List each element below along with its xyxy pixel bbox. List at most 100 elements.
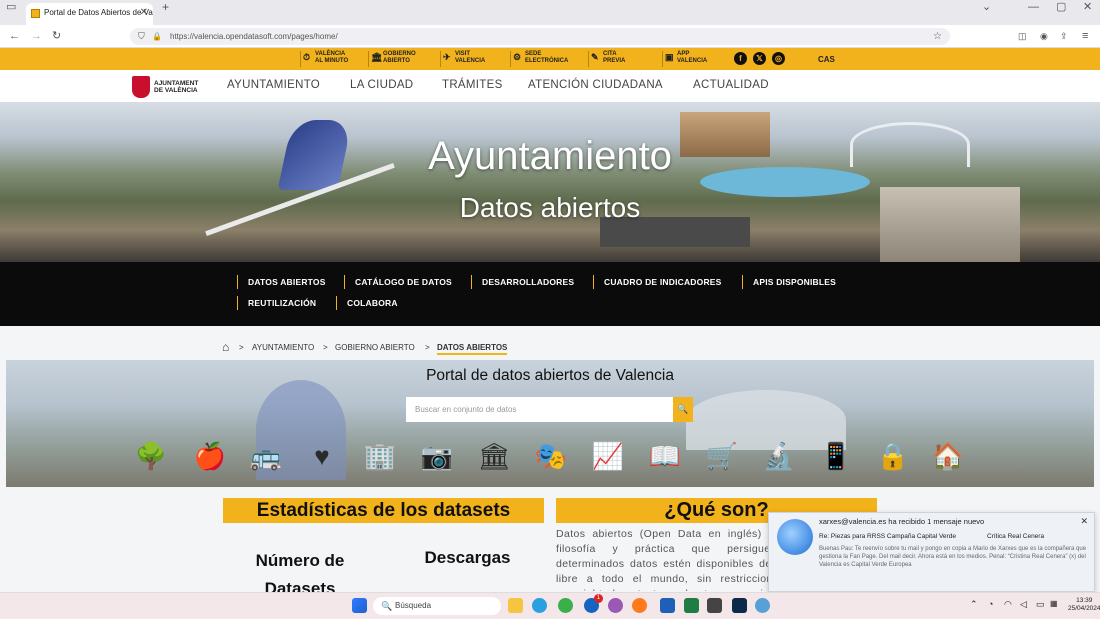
- shield-icon[interactable]: ⛉: [138, 28, 145, 45]
- window-close-icon[interactable]: ✕: [1083, 0, 1092, 19]
- language-selector[interactable]: CAS: [818, 55, 835, 64]
- dataset-search-input[interactable]: [406, 397, 673, 422]
- topbar-link-app-valencia[interactable]: ▣ APP VALENCIA: [662, 51, 726, 67]
- category-educacion-icon[interactable]: 📖: [647, 439, 683, 473]
- instagram-icon[interactable]: ◎: [772, 52, 785, 65]
- lock-icon[interactable]: 🔒: [152, 28, 162, 45]
- list-tabs-icon[interactable]: ⌄: [982, 0, 991, 19]
- x-twitter-icon[interactable]: 𝕏: [753, 52, 766, 65]
- home-icon[interactable]: ⌂: [222, 340, 229, 354]
- tray-keyboard-icon[interactable]: ▦: [1050, 599, 1058, 608]
- logo-line1: AJUNTAMENT: [154, 80, 199, 87]
- favicon-icon: [31, 9, 40, 18]
- subnav-cuadro-indicadores[interactable]: CUADRO DE INDICADORES: [593, 275, 722, 289]
- firefox-icon[interactable]: [632, 598, 647, 613]
- category-comercio-icon[interactable]: 🛒: [704, 439, 740, 473]
- clock-icon: ⏱: [303, 52, 311, 62]
- category-salud-icon[interactable]: ♥: [304, 439, 340, 473]
- subnav-apis[interactable]: APIS DISPONIBLES: [742, 275, 836, 289]
- reload-icon[interactable]: ↻: [52, 25, 61, 48]
- tray-battery-icon[interactable]: ▭: [1036, 599, 1045, 610]
- category-alimentacion-icon[interactable]: 🍎: [192, 439, 228, 473]
- topbar-link-gobierno-abierto[interactable]: 🏛 GOBIERNO ABIERTO: [368, 51, 430, 67]
- stat-downloads-label: Descargas: [424, 548, 511, 567]
- excel-icon[interactable]: [684, 598, 699, 613]
- category-medio-ambiente-icon[interactable]: 🌳: [133, 439, 169, 473]
- file-explorer-icon[interactable]: [508, 598, 523, 613]
- nav-item-actualidad[interactable]: ACTUALIDAD: [693, 79, 769, 91]
- app-taskbar-icon[interactable]: [707, 598, 722, 613]
- maximize-icon[interactable]: ▢: [1056, 0, 1066, 19]
- minimize-icon[interactable]: —: [1028, 0, 1039, 19]
- account-icon[interactable]: ◉: [1040, 25, 1048, 48]
- category-seguridad-icon[interactable]: 🔒: [875, 439, 911, 473]
- close-tab-icon[interactable]: ✕: [140, 3, 148, 23]
- main-navigation: AJUNTAMENT DE VALÈNCIA AYUNTAMIENTO LA C…: [0, 70, 1100, 102]
- subnav-datos-abiertos[interactable]: DATOS ABIERTOS: [237, 275, 326, 289]
- word-icon[interactable]: [660, 598, 675, 613]
- windows-start-icon[interactable]: [352, 598, 367, 613]
- subnav-colabora[interactable]: COLABORA: [336, 296, 398, 310]
- ajuntament-logo[interactable]: AJUNTAMENT DE VALÈNCIA: [132, 76, 202, 98]
- photoshop-icon[interactable]: [732, 598, 747, 613]
- topbar-link-line1: APP: [677, 51, 690, 57]
- thunderbird-icon: [777, 519, 813, 555]
- category-ciencia-icon[interactable]: 🔬: [761, 439, 797, 473]
- chrome-icon[interactable]: [558, 598, 573, 613]
- breadcrumb-ayuntamiento[interactable]: AYUNTAMIENTO: [252, 343, 314, 352]
- thunderbird-taskbar-icon[interactable]: 1: [584, 594, 603, 613]
- logo-text: AJUNTAMENT DE VALÈNCIA: [154, 80, 198, 94]
- notification-close-icon[interactable]: ✕: [1080, 516, 1088, 527]
- breadcrumb-sep: >: [239, 343, 244, 352]
- search-button[interactable]: 🔍: [673, 397, 693, 422]
- edge-icon[interactable]: [532, 598, 547, 613]
- search-icon: 🔍: [677, 404, 689, 414]
- breadcrumb-gobierno-abierto[interactable]: GOBIERNO ABIERTO: [335, 343, 415, 352]
- taskbar-search[interactable]: 🔍 Búsqueda: [373, 597, 501, 615]
- tray-wifi-icon[interactable]: ◠: [1004, 599, 1012, 610]
- forward-icon[interactable]: →: [31, 25, 42, 48]
- url-field[interactable]: ⛉ 🔒 https://valencia.opendatasoft.com/pa…: [130, 28, 950, 45]
- category-transporte-icon[interactable]: 🚌: [248, 439, 284, 473]
- portal-search-band: Portal de datos abiertos de Valencia 🔍 🌳…: [6, 360, 1094, 487]
- nav-item-ayuntamiento[interactable]: AYUNTAMIENTO: [227, 79, 320, 91]
- nav-item-atencion-ciudadana[interactable]: ATENCIÓN CIUDADANA: [528, 79, 663, 91]
- subnav-desarrolladores[interactable]: DESARROLLADORES: [471, 275, 574, 289]
- taskbar-clock[interactable]: 13:39 25/04/2024: [1068, 597, 1100, 613]
- new-tab-button[interactable]: +: [162, 0, 169, 19]
- category-economia-icon[interactable]: 📈: [590, 439, 626, 473]
- category-turismo-icon[interactable]: 📷: [419, 439, 455, 473]
- tray-network-icon[interactable]: ◔: [988, 599, 993, 609]
- subnav-reutilizacion[interactable]: REUTILIZACIÓN: [237, 296, 316, 310]
- category-vivienda-icon[interactable]: 🏠: [930, 439, 966, 473]
- topbar-link-sede-electronica[interactable]: ⚙ SEDE ELECTRÓNICA: [510, 51, 580, 67]
- hero-subtitle: Datos abiertos: [459, 192, 641, 223]
- back-icon[interactable]: ←: [9, 25, 20, 48]
- extensions-icon[interactable]: ⇪: [1060, 25, 1068, 48]
- browser-tab[interactable]: Portal de Datos Abiertos de Valencia ✕: [26, 3, 153, 25]
- tray-chevron-icon[interactable]: ⌃: [970, 599, 978, 610]
- tab-overview-icon[interactable]: ▭: [6, 0, 16, 19]
- category-cultura-icon[interactable]: 🎭: [533, 439, 569, 473]
- topbar-link-visit-valencia[interactable]: ✈ VISIT VALENCIA: [440, 51, 502, 67]
- topbar-link-line1: GOBIERNO: [383, 51, 416, 57]
- tray-volume-icon[interactable]: ◁: [1020, 599, 1027, 610]
- hero-title: Ayuntamiento: [428, 134, 672, 178]
- nav-item-la-ciudad[interactable]: LA CIUDAD: [350, 79, 413, 91]
- web-app-icon[interactable]: [755, 598, 770, 613]
- bookmark-star-icon[interactable]: ☆: [933, 28, 942, 45]
- subnav-catalogo[interactable]: CATÁLOGO DE DATOS: [344, 275, 452, 289]
- topbar-link-cita-previa[interactable]: ✎ CITA PREVIA: [588, 51, 650, 67]
- topbar-link-valencia-minuto[interactable]: ⏱ VALÈNCIA AL MINUTO: [300, 51, 360, 67]
- teams-icon[interactable]: [608, 598, 623, 613]
- category-sector-publico-icon[interactable]: 🏛: [476, 439, 512, 473]
- facebook-icon[interactable]: f: [734, 52, 747, 65]
- mail-notification[interactable]: xarxes@valencia.es ha recibido 1 mensaje…: [768, 512, 1095, 592]
- category-tecnologia-icon[interactable]: 📱: [818, 439, 854, 473]
- pocket-icon[interactable]: ◫: [1018, 25, 1027, 48]
- stat-datasets-line1: Número de: [255, 551, 345, 570]
- menu-icon[interactable]: ≡: [1082, 25, 1088, 48]
- app-icon: ▣: [665, 52, 674, 62]
- category-urbanismo-icon[interactable]: 🏢: [362, 439, 398, 473]
- nav-item-tramites[interactable]: TRÁMITES: [442, 79, 503, 91]
